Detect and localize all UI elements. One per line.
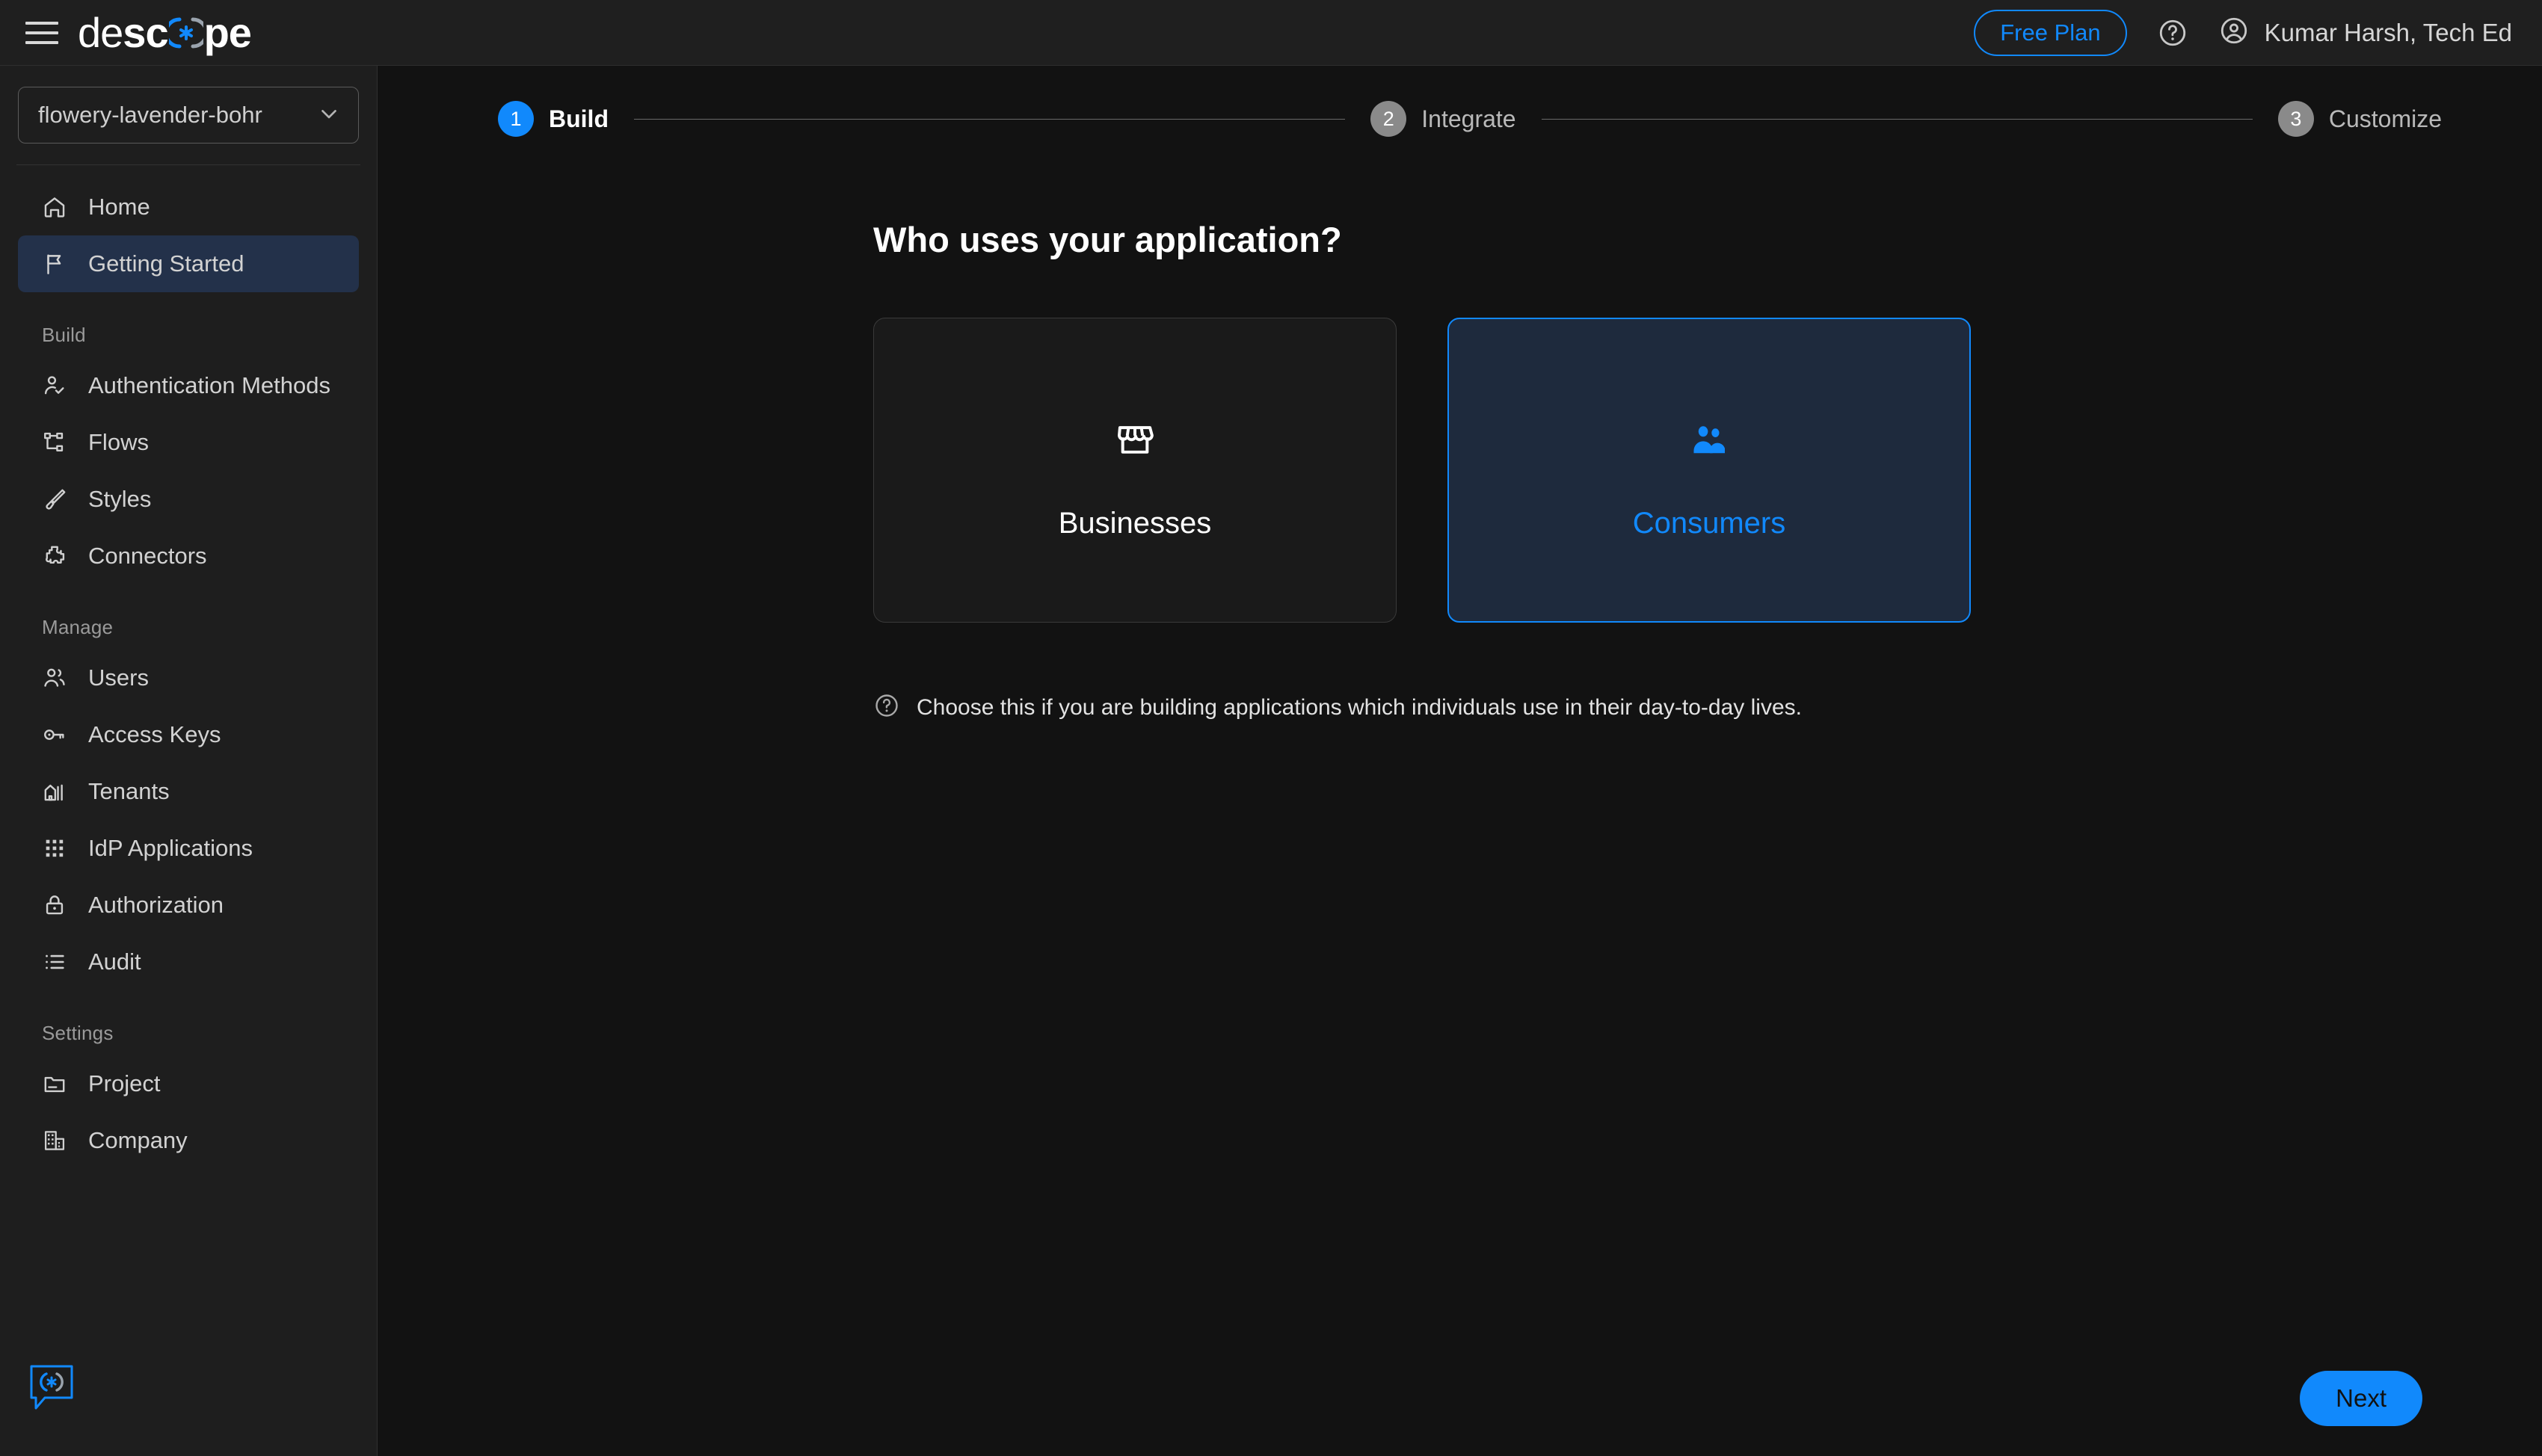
question-circle-icon[interactable]: [2157, 17, 2188, 49]
sidebar-item-label: Home: [88, 194, 150, 220]
sidebar-item-label: Project: [88, 1070, 160, 1097]
project-selector-value: flowery-lavender-bohr: [38, 102, 316, 129]
step-label: Build: [549, 105, 609, 133]
sidebar-item-label: Getting Started: [88, 250, 244, 277]
sidebar-item-label: Tenants: [88, 778, 170, 805]
buildings-icon: [40, 777, 69, 806]
sidebar-item-label: Authorization: [88, 892, 224, 919]
audience-card-businesses[interactable]: Businesses: [873, 318, 1397, 623]
sidebar-nav: Home Getting Started Build Authe: [0, 165, 377, 1169]
account-menu[interactable]: Kumar Harsh, Tech Ed: [2218, 15, 2512, 50]
step-number: 3: [2278, 101, 2314, 137]
folder-icon: [40, 1070, 69, 1098]
sidebar-item-connectors[interactable]: Connectors: [18, 528, 359, 584]
chat-bubble-logo-icon[interactable]: [28, 1363, 75, 1413]
users-icon: [40, 664, 69, 692]
top-bar-actions: Free Plan Kumar Harsh, Tech Ed: [1974, 10, 2512, 56]
sidebar-item-label: Authentication Methods: [88, 372, 330, 399]
audience-choice-group: Businesses Consumers: [873, 318, 1971, 623]
top-bar: de sc pe Free Plan: [0, 0, 2542, 66]
next-button[interactable]: Next: [2300, 1371, 2422, 1426]
sidebar-item-label: Connectors: [88, 543, 207, 570]
list-icon: [40, 948, 69, 976]
audience-card-consumers[interactable]: Consumers: [1447, 318, 1971, 623]
sidebar-item-idp-applications[interactable]: IdP Applications: [18, 820, 359, 877]
chevron-down-icon: [316, 101, 342, 130]
step-number: 1: [498, 101, 534, 137]
step-customize[interactable]: 3 Customize: [2278, 101, 2442, 137]
people-group-icon: [1688, 401, 1730, 460]
sidebar-group-title-manage: Manage: [18, 584, 359, 650]
sidebar-item-home[interactable]: Home: [18, 179, 359, 235]
sidebar-item-label: Users: [88, 664, 149, 691]
sidebar-item-styles[interactable]: Styles: [18, 471, 359, 528]
step-connector-line: [634, 119, 1345, 120]
main-content: 1 Build 2 Integrate 3 Customize Who uses…: [378, 66, 2542, 1456]
flag-icon: [40, 250, 69, 278]
account-circle-icon: [2218, 15, 2250, 50]
sidebar-item-authentication-methods[interactable]: Authentication Methods: [18, 357, 359, 414]
step-connector-line: [1542, 119, 2253, 120]
hamburger-menu-icon[interactable]: [25, 19, 58, 46]
logo-text-part3: pe: [204, 8, 251, 57]
audience-card-label: Consumers: [1633, 507, 1786, 540]
sidebar-item-audit[interactable]: Audit: [18, 934, 359, 990]
sidebar-item-label: Styles: [88, 486, 151, 513]
step-integrate[interactable]: 2 Integrate: [1370, 101, 1515, 137]
sidebar-item-authorization[interactable]: Authorization: [18, 877, 359, 934]
sidebar-item-project[interactable]: Project: [18, 1055, 359, 1112]
logo-text-part1: de: [78, 8, 123, 57]
sidebar-group-title-settings: Settings: [18, 990, 359, 1055]
descope-logo[interactable]: de sc pe: [78, 8, 251, 57]
key-icon: [40, 721, 69, 749]
step-build[interactable]: 1 Build: [498, 101, 609, 137]
step-number: 2: [1370, 101, 1406, 137]
sidebar-item-label: Flows: [88, 429, 149, 456]
sidebar-item-users[interactable]: Users: [18, 650, 359, 706]
office-building-icon: [40, 1126, 69, 1155]
sidebar-item-tenants[interactable]: Tenants: [18, 763, 359, 820]
user-check-icon: [40, 371, 69, 400]
logo-text-part2: sc: [123, 8, 167, 57]
audience-hint: Choose this if you are building applicat…: [873, 692, 1802, 723]
page-title: Who uses your application?: [873, 219, 1342, 260]
sidebar-item-access-keys[interactable]: Access Keys: [18, 706, 359, 763]
audience-card-label: Businesses: [1059, 507, 1212, 540]
sidebar: flowery-lavender-bohr Home: [0, 66, 378, 1456]
sidebar-item-label: IdP Applications: [88, 835, 253, 862]
free-plan-button[interactable]: Free Plan: [1974, 10, 2126, 56]
sidebar-item-flows[interactable]: Flows: [18, 414, 359, 471]
sidebar-item-getting-started[interactable]: Getting Started: [18, 235, 359, 292]
flow-hierarchy-icon: [40, 428, 69, 457]
lock-icon: [40, 891, 69, 919]
audience-hint-text: Choose this if you are building applicat…: [917, 695, 1802, 721]
sidebar-item-label: Audit: [88, 948, 141, 975]
grid-dots-icon: [40, 834, 69, 863]
storefront-icon: [1114, 401, 1156, 460]
step-label: Integrate: [1421, 105, 1515, 133]
onboarding-stepper: 1 Build 2 Integrate 3 Customize: [498, 96, 2442, 142]
step-label: Customize: [2329, 105, 2442, 133]
asterisk-logo-mark: [169, 12, 203, 54]
home-icon: [40, 193, 69, 221]
project-selector[interactable]: flowery-lavender-bohr: [18, 87, 359, 144]
sidebar-item-company[interactable]: Company: [18, 1112, 359, 1169]
account-name: Kumar Harsh, Tech Ed: [2265, 19, 2512, 47]
puzzle-piece-icon: [40, 542, 69, 570]
sidebar-group-title-build: Build: [18, 292, 359, 357]
paint-brush-icon: [40, 485, 69, 513]
question-circle-icon: [873, 692, 900, 723]
sidebar-item-label: Access Keys: [88, 721, 221, 748]
sidebar-item-label: Company: [88, 1127, 188, 1154]
